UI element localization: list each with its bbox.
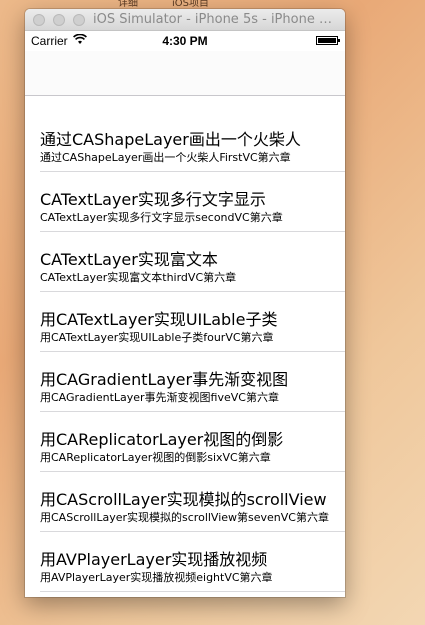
row-title: 用AVPlayerLayer实现播放视频 bbox=[40, 550, 268, 569]
row-subtitle: 用CAGradientLayer事先渐变视图fiveVC第六章 bbox=[40, 391, 279, 404]
status-time: 4:30 PM bbox=[162, 34, 208, 48]
close-window-button[interactable] bbox=[33, 14, 45, 26]
row-subtitle: CATextLayer实现富文本thirdVC第六章 bbox=[40, 271, 237, 284]
battery-icon bbox=[316, 36, 340, 45]
row-title: CATextLayer实现富文本 bbox=[40, 250, 218, 269]
window-titlebar[interactable]: iOS Simulator - iPhone 5s - iPhone 5s / … bbox=[25, 9, 345, 31]
table-row[interactable]: CATextLayer实现多行文字显示 CATextLayer实现多行文字显示se… bbox=[25, 172, 345, 232]
row-subtitle: CATextLayer实现多行文字显示secondVC第六章 bbox=[40, 211, 283, 224]
row-title: 用CAReplicatorLayer视图的倒影 bbox=[40, 430, 284, 449]
status-bar: Carrier 4:30 PM bbox=[25, 31, 345, 51]
row-subtitle: 用AVPlayerLayer实现播放视频eightVC第六章 bbox=[40, 571, 273, 584]
simulator-window: iOS Simulator - iPhone 5s - iPhone 5s / … bbox=[25, 9, 345, 597]
zoom-window-button[interactable] bbox=[73, 14, 85, 26]
table-row[interactable]: CATextLayer实现富文本 CATextLayer实现富文本thirdVC第… bbox=[25, 232, 345, 292]
table-row[interactable]: 用AVPlayerLayer实现播放视频用AVPlayerLayer实现播放视频… bbox=[25, 532, 345, 592]
row-title: CATextLayer实现多行文字显示 bbox=[40, 190, 266, 209]
minimize-window-button[interactable] bbox=[53, 14, 65, 26]
row-title: 用CAScrollLayer实现模拟的scrollView bbox=[40, 490, 327, 509]
table-view[interactable]: 通过CAShapeLayer画出一个火柴人通过CAShapeLayer画出一个火… bbox=[25, 95, 345, 597]
window-title: iOS Simulator - iPhone 5s - iPhone 5s / … bbox=[93, 12, 339, 27]
table-row[interactable]: 用CAReplicatorLayer视图的倒影用CAReplicatorLaye… bbox=[25, 412, 345, 472]
desktop-label-right: iOS项目 bbox=[172, 0, 209, 9]
row-subtitle: 用CAReplicatorLayer视图的倒影sixVC第六章 bbox=[40, 451, 271, 464]
table-row[interactable]: 用CATextLayer实现UILable子类用CATextLayer实现UIL… bbox=[25, 292, 345, 352]
navigation-bar bbox=[25, 51, 345, 96]
table-row[interactable]: 用CAGradientLayer事先渐变视图用CAGradientLayer事先… bbox=[25, 352, 345, 412]
table-row[interactable]: 通过CAShapeLayer画出一个火柴人通过CAShapeLayer画出一个火… bbox=[25, 112, 345, 172]
row-title: 通过CAShapeLayer画出一个火柴人 bbox=[40, 130, 301, 149]
row-subtitle: 用CATextLayer实现UILable子类fourVC第六章 bbox=[40, 331, 274, 344]
desktop-label-left: 详细 bbox=[118, 0, 138, 9]
row-subtitle: 用CAScrollLayer实现模拟的scrollView第sevenVC第六章 bbox=[40, 511, 329, 524]
row-title: 用CAGradientLayer事先渐变视图 bbox=[40, 370, 289, 389]
row-subtitle: 通过CAShapeLayer画出一个火柴人FirstVC第六章 bbox=[40, 151, 291, 164]
row-title: 用CATextLayer实现UILable子类 bbox=[40, 310, 278, 329]
table-row[interactable]: 用CAScrollLayer实现模拟的scrollView 用CAScrollLa… bbox=[25, 472, 345, 532]
